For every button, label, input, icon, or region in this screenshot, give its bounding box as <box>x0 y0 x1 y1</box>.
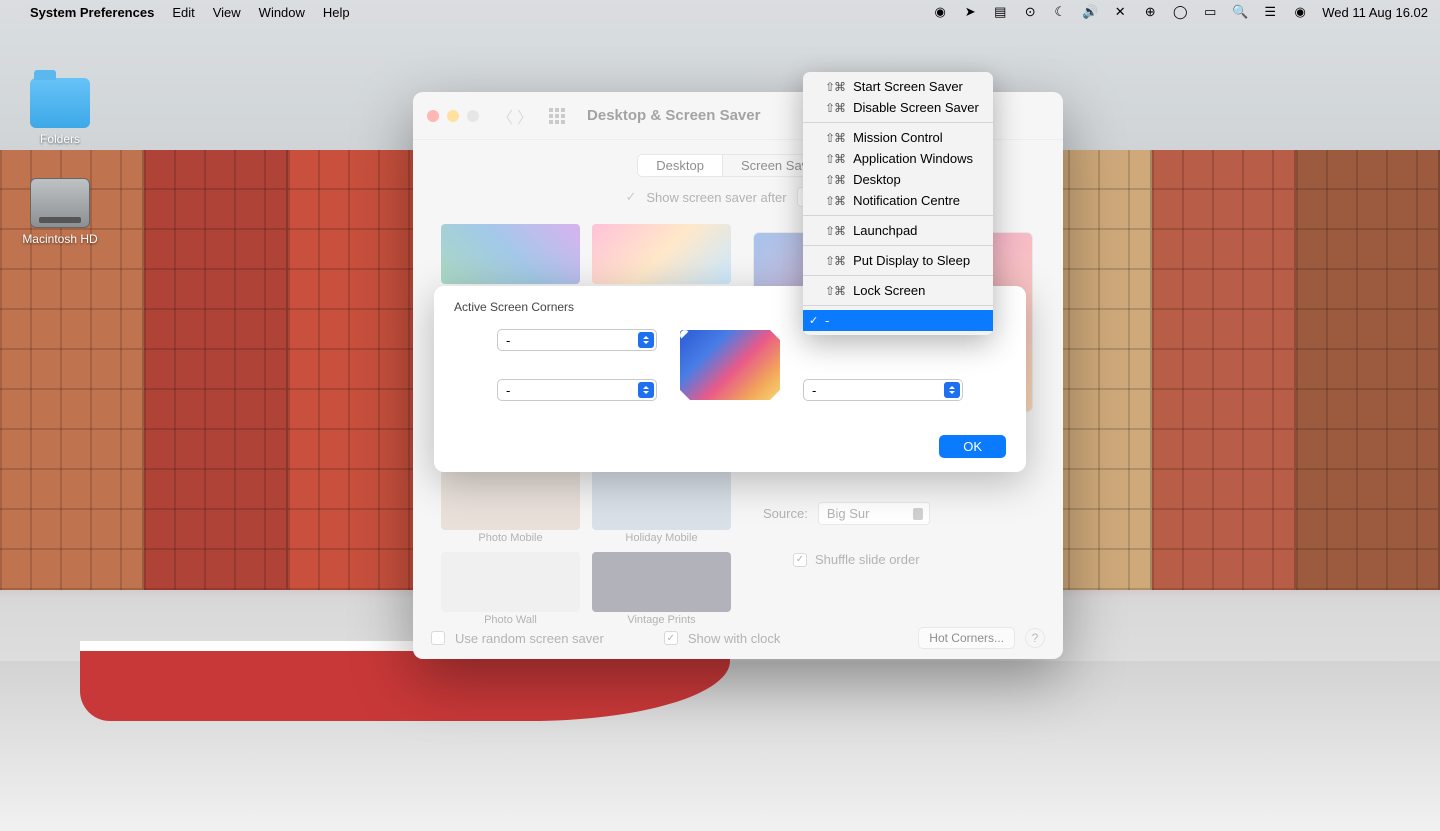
dropdown-item-sleep-display[interactable]: ⇧⌘Put Display to Sleep <box>803 250 993 271</box>
volume-icon[interactable]: 🔊 <box>1082 4 1098 20</box>
chevron-updown-icon <box>638 332 654 348</box>
chevron-updown-icon <box>638 382 654 398</box>
do-not-disturb-icon[interactable]: ☾ <box>1052 4 1068 20</box>
dropdown-item-mission-control[interactable]: ⇧⌘Mission Control <box>803 127 993 148</box>
top-left-corner-select[interactable]: - <box>497 329 657 351</box>
menu-extra-icon[interactable]: ⊙ <box>1022 4 1038 20</box>
bottom-left-corner-select[interactable]: - <box>497 379 657 401</box>
desktop-drive[interactable]: Macintosh HD <box>20 178 100 246</box>
folder-icon <box>30 78 90 128</box>
bottom-right-corner-select[interactable]: - <box>803 379 963 401</box>
screen-thumbnail <box>680 330 780 400</box>
bluetooth-icon[interactable]: ✕ <box>1112 4 1128 20</box>
menu-edit[interactable]: Edit <box>172 5 194 20</box>
desktop-folder[interactable]: Folders <box>20 78 100 146</box>
ok-button[interactable]: OK <box>939 435 1006 458</box>
spotlight-icon[interactable]: 🔍 <box>1232 4 1248 20</box>
dropdown-item-start-screensaver[interactable]: ⇧⌘Start Screen Saver <box>803 76 993 97</box>
chevron-updown-icon <box>944 382 960 398</box>
dropdown-item-none[interactable]: - <box>803 310 993 331</box>
dropdown-item-disable-screensaver[interactable]: ⇧⌘Disable Screen Saver <box>803 97 993 118</box>
drive-label: Macintosh HD <box>20 232 100 246</box>
menu-window[interactable]: Window <box>259 5 305 20</box>
creative-cloud-icon[interactable]: ◉ <box>932 4 948 20</box>
menu-extra-icon[interactable]: ▤ <box>992 4 1008 20</box>
battery-icon[interactable]: ▭ <box>1202 4 1218 20</box>
corner-action-dropdown: ⇧⌘Start Screen Saver ⇧⌘Disable Screen Sa… <box>803 72 993 335</box>
app-menu[interactable]: System Preferences <box>30 5 154 20</box>
user-icon[interactable]: ◯ <box>1172 4 1188 20</box>
folder-label: Folders <box>20 132 100 146</box>
menu-view[interactable]: View <box>213 5 241 20</box>
menu-bar: System Preferences Edit View Window Help… <box>0 0 1440 24</box>
wifi-icon[interactable]: ⊕ <box>1142 4 1158 20</box>
control-center-icon[interactable]: ☰ <box>1262 4 1278 20</box>
dropdown-item-notification-centre[interactable]: ⇧⌘Notification Centre <box>803 190 993 211</box>
drive-icon <box>30 178 90 228</box>
siri-icon[interactable]: ◉ <box>1292 4 1308 20</box>
menu-help[interactable]: Help <box>323 5 350 20</box>
dropdown-item-lock-screen[interactable]: ⇧⌘Lock Screen <box>803 280 993 301</box>
menu-extra-icon[interactable]: ➤ <box>962 4 978 20</box>
dropdown-item-desktop[interactable]: ⇧⌘Desktop <box>803 169 993 190</box>
menubar-clock[interactable]: Wed 11 Aug 16.02 <box>1322 5 1428 20</box>
dropdown-item-app-windows[interactable]: ⇧⌘Application Windows <box>803 148 993 169</box>
dropdown-item-launchpad[interactable]: ⇧⌘Launchpad <box>803 220 993 241</box>
